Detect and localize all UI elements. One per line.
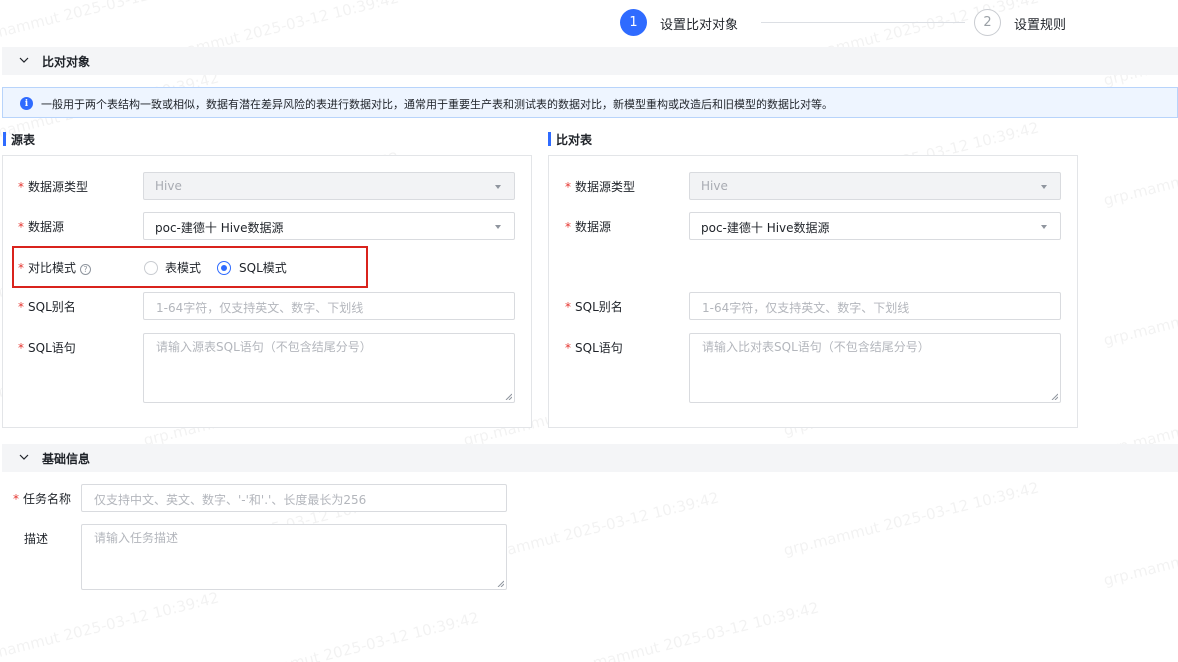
source-sql-alias-label: * SQL别名 [18,300,76,314]
source-table-title: 源表 [3,131,35,147]
stepper: 1 设置比对对象 2 设置规则 [620,9,1080,37]
chevron-down-icon[interactable] [18,54,30,66]
source-datasource-select[interactable]: poc-建德十 Hive数据源 [143,212,515,240]
source-sql-statement-textarea[interactable]: 请输入源表SQL语句（不包含结尾分号） [143,333,515,403]
target-sql-alias-input[interactable]: 1-64字符，仅支持英文、数字、下划线 [689,292,1061,320]
select-value: Hive [155,179,182,193]
caret-down-icon [1041,225,1047,229]
alert-text: 一般用于两个表结构一致或相似，数据有潜在差异风险的表进行数据对比，通常用于重要生… [41,98,833,111]
watermark: grp.mammut 2025-03-12 10:39:42 [1101,269,1178,350]
source-datasource-type-select[interactable]: Hive [143,172,515,200]
target-datasource-type-label: * 数据源类型 [565,180,636,194]
watermark: grp.mammut 2025-03-12 10:39:42 [561,598,821,662]
step-1-indicator[interactable]: 1 [620,9,647,36]
select-value: poc-建德十 Hive数据源 [701,221,830,235]
section-title: 基础信息 [42,452,91,466]
info-icon: i [20,97,33,110]
description-textarea[interactable]: 请输入任务描述 [81,524,507,590]
resize-grip-icon[interactable] [497,580,504,587]
step-1-label[interactable]: 设置比对对象 [660,14,738,33]
resize-grip-icon[interactable] [1051,393,1058,400]
description-label: 描述 [24,532,49,546]
highlight-box [12,246,368,288]
caret-down-icon [495,225,501,229]
resize-grip-icon[interactable] [505,393,512,400]
task-name-label: * 任务名称 [13,492,72,506]
source-datasource-type-label: * 数据源类型 [18,180,89,194]
source-sql-statement-label: * SQL语句 [18,341,76,355]
target-sql-statement-label: * SQL语句 [565,341,623,355]
watermark: grp.mammut 2025-03-12 10:39:42 [0,0,221,50]
section-header-basic[interactable]: 基础信息 [2,444,1178,472]
caret-down-icon [1041,185,1047,189]
target-sql-statement-textarea[interactable]: 请输入比对表SQL语句（不包含结尾分号） [689,333,1061,403]
textarea-placeholder: 请输入任务描述 [94,531,179,545]
textarea-placeholder: 请输入比对表SQL语句（不包含结尾分号） [702,340,930,354]
target-datasource-type-select[interactable]: Hive [689,172,1061,200]
task-name-input[interactable]: 仅支持中文、英文、数字、'-'和'.'、长度最长为256 [81,484,507,512]
select-value: poc-建德十 Hive数据源 [155,221,284,235]
step-2-label[interactable]: 设置规则 [1014,14,1066,33]
target-datasource-label: * 数据源 [565,220,612,234]
step-2-indicator[interactable]: 2 [974,9,1001,36]
target-table-title: 比对表 [548,131,592,147]
input-placeholder: 1-64字符，仅支持英文、数字、下划线 [702,301,910,315]
watermark: grp.mammut 2025-03-12 10:39:42 [781,478,1041,560]
source-datasource-label: * 数据源 [18,220,65,234]
input-placeholder: 仅支持中文、英文、数字、'-'和'.'、长度最长为256 [94,493,367,507]
watermark: grp.mammut 2025-03-12 10:39:42 [0,588,221,662]
caret-down-icon [495,185,501,189]
watermark: grp.mammut 2025-03-12 10:39:42 [1101,509,1178,590]
source-sql-alias-input[interactable]: 1-64字符，仅支持英文、数字、下划线 [143,292,515,320]
target-datasource-select[interactable]: poc-建德十 Hive数据源 [689,212,1061,240]
chevron-down-icon[interactable] [18,451,30,463]
step-connector [761,22,965,23]
watermark: grp.mammut 2025-03-12 10:39:42 [1101,129,1178,210]
input-placeholder: 1-64字符，仅支持英文、数字、下划线 [156,301,364,315]
section-header-compare[interactable]: 比对对象 [2,47,1178,75]
select-value: Hive [701,179,728,193]
watermark: grp.mammut 2025-03-12 10:39:42 [221,608,481,662]
section-title: 比对对象 [42,55,91,69]
info-alert: i 一般用于两个表结构一致或相似，数据有潜在差异风险的表进行数据对比，通常用于重… [2,87,1178,118]
textarea-placeholder: 请输入源表SQL语句（不包含结尾分号） [156,340,372,354]
target-sql-alias-label: * SQL别名 [565,300,623,314]
